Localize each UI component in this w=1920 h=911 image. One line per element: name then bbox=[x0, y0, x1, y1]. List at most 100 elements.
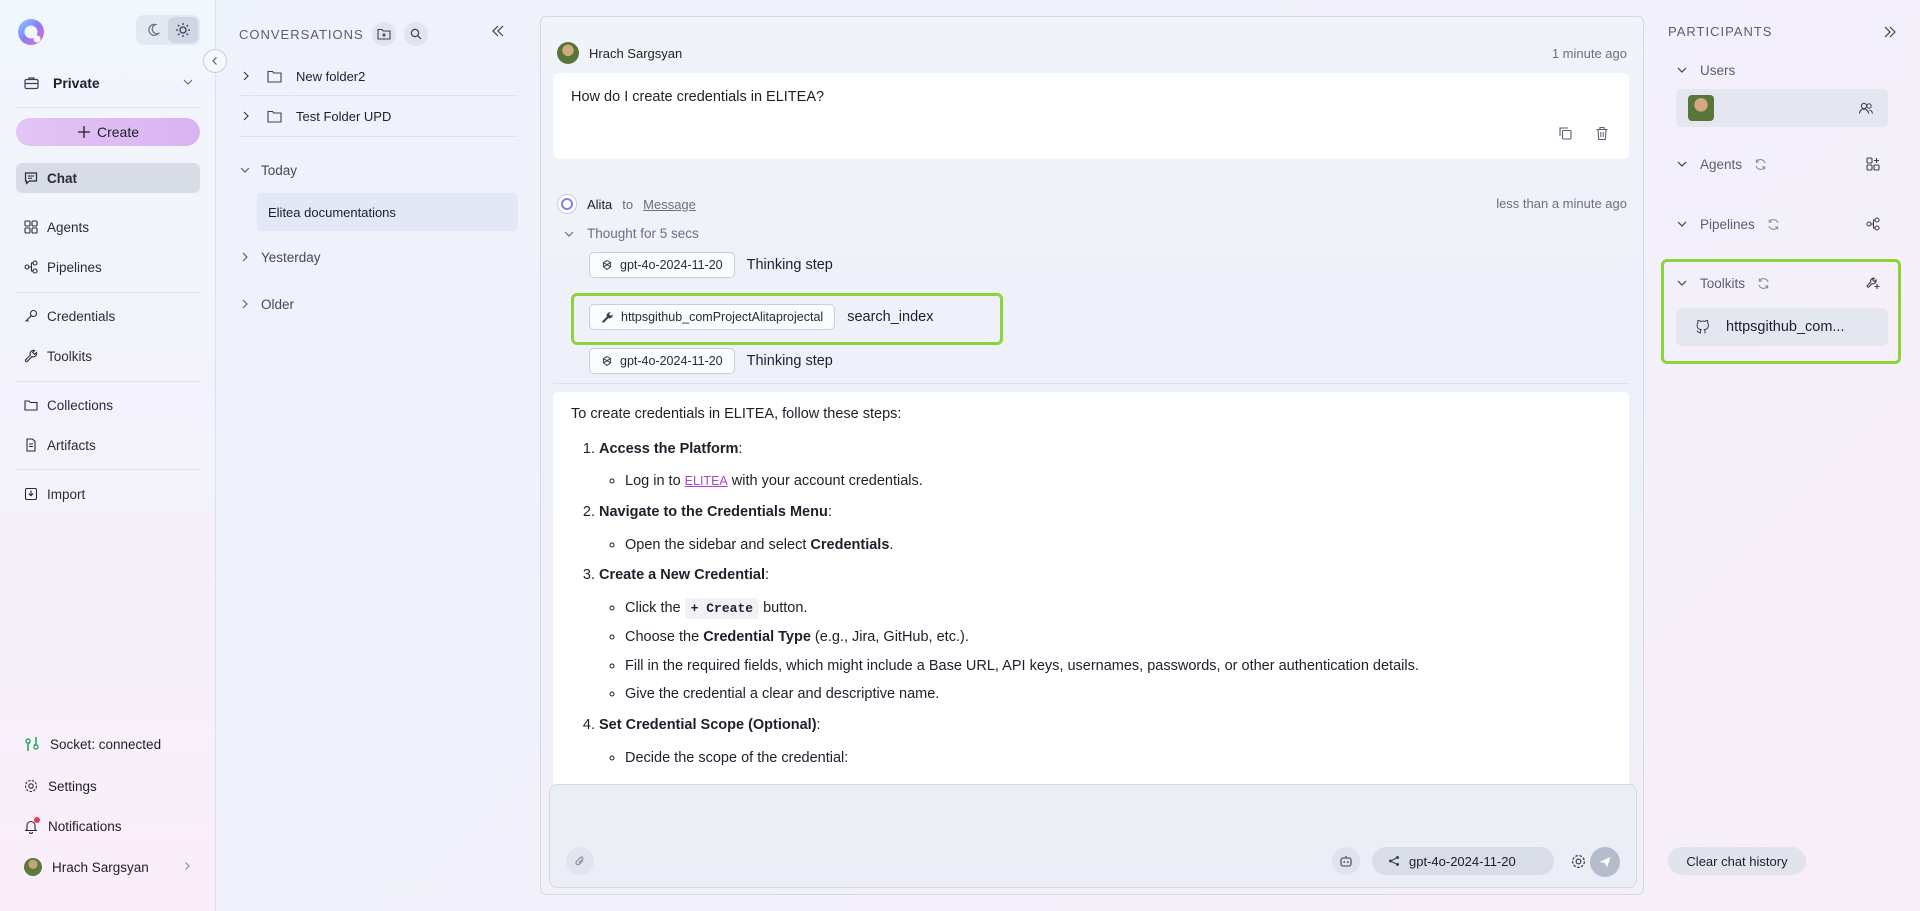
message-target-link[interactable]: Message bbox=[643, 197, 696, 212]
gear-icon bbox=[24, 779, 38, 793]
create-button[interactable]: Create bbox=[16, 118, 200, 146]
add-agent-icon[interactable] bbox=[1866, 157, 1880, 171]
nav-agents[interactable]: Agents bbox=[16, 212, 200, 242]
users-icon[interactable] bbox=[1858, 101, 1874, 115]
refresh-icon[interactable] bbox=[1767, 218, 1780, 231]
chevron-down-icon bbox=[563, 228, 575, 240]
gear-icon bbox=[1571, 854, 1586, 869]
agent-select-button[interactable] bbox=[1332, 847, 1360, 875]
moon-icon[interactable] bbox=[138, 17, 168, 43]
send-button[interactable] bbox=[1590, 847, 1620, 877]
message-input[interactable]: gpt-4o-2024-11-20 bbox=[549, 784, 1637, 888]
section-label: Agents bbox=[1700, 156, 1743, 172]
group-today[interactable]: Today bbox=[239, 158, 297, 182]
nav-label: Agents bbox=[47, 219, 90, 235]
collapse-conversations-button[interactable] bbox=[490, 23, 506, 39]
folder-icon bbox=[24, 398, 38, 412]
socket-connected-icon bbox=[24, 736, 40, 752]
pipelines-icon bbox=[24, 260, 38, 274]
attach-button[interactable] bbox=[566, 847, 594, 875]
nav-collections[interactable]: Collections bbox=[16, 390, 200, 420]
nav-chat[interactable]: Chat bbox=[16, 163, 200, 193]
refresh-icon[interactable] bbox=[1754, 158, 1767, 171]
section-agents[interactable]: Agents bbox=[1676, 152, 1880, 176]
group-older[interactable]: Older bbox=[239, 292, 294, 316]
elitea-link[interactable]: ELITEA bbox=[685, 474, 728, 488]
folder-row[interactable]: New folder2 bbox=[239, 61, 518, 91]
nav-pipelines[interactable]: Pipelines bbox=[16, 252, 200, 282]
chevron-down-icon bbox=[1676, 64, 1688, 76]
plus-icon bbox=[77, 125, 91, 139]
conversations-title: CONVERSATIONS bbox=[239, 26, 364, 42]
notifications-label: Notifications bbox=[48, 818, 122, 834]
nav-import[interactable]: Import bbox=[16, 479, 200, 509]
conversation-item[interactable]: Elitea documentations bbox=[257, 193, 518, 231]
file-icon bbox=[24, 438, 38, 452]
step-bullets: Open the sidebar and select Credentials. bbox=[625, 537, 1611, 554]
bullet: Choose the Credential Type (e.g., Jira, … bbox=[625, 629, 1611, 646]
section-label: Pipelines bbox=[1700, 216, 1755, 232]
step-label: Thinking step bbox=[746, 257, 833, 273]
search-conversations-button[interactable] bbox=[403, 22, 428, 46]
step-title: Access the Platform bbox=[599, 440, 739, 457]
user-menu[interactable]: Hrach Sargsyan bbox=[24, 855, 192, 879]
trash-icon[interactable] bbox=[1595, 126, 1609, 141]
create-label: Create bbox=[96, 124, 140, 140]
model-chip[interactable]: gpt-4o-2024-11-20 bbox=[589, 348, 735, 374]
chevron-down-icon bbox=[239, 164, 251, 176]
message-author: Alita bbox=[587, 196, 613, 212]
model-settings-button[interactable] bbox=[1564, 847, 1592, 875]
folder-plus-icon bbox=[377, 28, 391, 40]
section-label: Users bbox=[1700, 62, 1736, 78]
copy-icon[interactable] bbox=[1558, 126, 1573, 141]
nav-label: Collections bbox=[47, 397, 114, 413]
folder-row[interactable]: Test Folder UPD bbox=[239, 101, 518, 131]
folder-name: Test Folder UPD bbox=[296, 108, 392, 124]
alita-avatar-icon bbox=[557, 194, 577, 214]
socket-status-text: Socket: connected bbox=[50, 736, 162, 752]
clear-chat-history-button[interactable]: Clear chat history bbox=[1668, 847, 1806, 875]
user-message-text: How do I create credentials in ELITEA? bbox=[571, 89, 825, 105]
settings-link[interactable]: Settings bbox=[24, 774, 204, 798]
group-yesterday[interactable]: Yesterday bbox=[239, 245, 321, 269]
divider bbox=[16, 469, 200, 470]
collapse-participants-button[interactable] bbox=[1882, 24, 1898, 40]
nav-label: Chat bbox=[47, 170, 77, 186]
thought-toggle[interactable]: Thought for 5 secs bbox=[563, 226, 699, 241]
model-select[interactable]: gpt-4o-2024-11-20 bbox=[1372, 847, 1585, 875]
notifications-link[interactable]: Notifications bbox=[24, 814, 204, 838]
collapse-sidebar-button[interactable] bbox=[203, 49, 227, 73]
nav-label: Artifacts bbox=[47, 437, 96, 453]
bullet: Give the credential a clear and descript… bbox=[625, 686, 1611, 703]
project-select[interactable]: Private bbox=[16, 68, 200, 98]
chevron-right-icon bbox=[182, 861, 192, 871]
section-pipelines[interactable]: Pipelines bbox=[1676, 212, 1880, 236]
model-chip[interactable]: gpt-4o-2024-11-20 bbox=[589, 252, 735, 278]
agents-icon bbox=[24, 220, 38, 234]
nav-label: Toolkits bbox=[47, 348, 93, 364]
step-label: Thinking step bbox=[746, 353, 833, 369]
nav-credentials[interactable]: Credentials bbox=[16, 301, 200, 331]
conversations-panel: CONVERSATIONS New folder2 Test Folder UP… bbox=[217, 0, 528, 911]
user-name: Hrach Sargsyan bbox=[52, 859, 149, 875]
chat-area: Hrach Sargsyan 1 minute ago How do I cre… bbox=[540, 16, 1644, 895]
answer-intro: To create credentials in ELITEA, follow … bbox=[571, 406, 902, 422]
new-folder-button[interactable] bbox=[371, 22, 396, 46]
divider bbox=[16, 381, 200, 382]
avatar bbox=[24, 858, 42, 876]
group-label: Older bbox=[261, 296, 295, 312]
thinking-step: gpt-4o-2024-11-20 Thinking step bbox=[589, 348, 833, 374]
elitea-logo-icon[interactable] bbox=[16, 17, 46, 47]
sun-icon[interactable] bbox=[168, 17, 198, 43]
model-icon bbox=[601, 355, 613, 367]
section-users[interactable]: Users bbox=[1676, 58, 1880, 82]
nav-toolkits[interactable]: Toolkits bbox=[16, 341, 200, 371]
nav-artifacts[interactable]: Artifacts bbox=[16, 430, 200, 460]
add-pipeline-icon[interactable] bbox=[1866, 217, 1880, 231]
answer-step: Navigate to the Credentials Menu: Open t… bbox=[599, 504, 1611, 553]
step-bullets: Decide the scope of the credential: bbox=[625, 750, 1611, 767]
group-label: Today bbox=[261, 162, 298, 178]
divider bbox=[553, 383, 1629, 384]
user-participant[interactable] bbox=[1676, 89, 1888, 127]
theme-toggle[interactable] bbox=[136, 15, 200, 45]
